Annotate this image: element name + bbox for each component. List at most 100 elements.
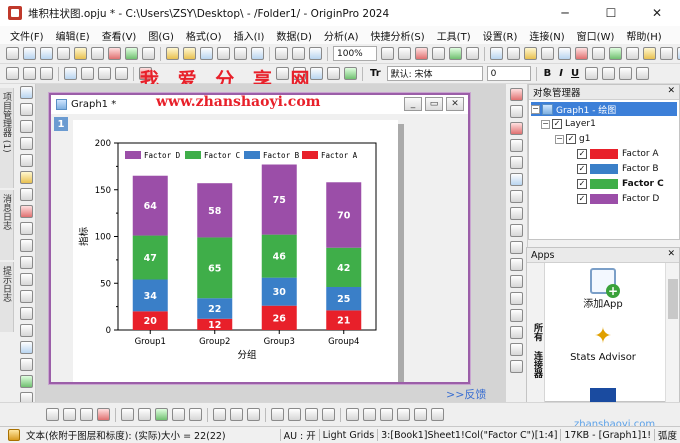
graph-minimize-button[interactable]: _ — [404, 97, 422, 111]
plot-column-icon[interactable] — [510, 139, 523, 152]
align-icon[interactable] — [115, 67, 128, 80]
plot-type-icon[interactable] — [80, 408, 93, 421]
batch-icon[interactable] — [626, 47, 639, 60]
graph-maximize-button[interactable]: ▭ — [425, 97, 443, 111]
tree-item-series[interactable]: ✓ Factor C — [577, 177, 664, 191]
undo-icon[interactable] — [6, 67, 19, 80]
print-icon[interactable] — [275, 47, 288, 60]
tab-smart-hint-log[interactable]: 提示日志 — [0, 262, 14, 332]
plot-histogram-icon[interactable] — [510, 275, 523, 288]
video-icon[interactable] — [609, 47, 622, 60]
ungroup-icon[interactable] — [288, 408, 301, 421]
group-checkbox[interactable]: ✓ — [566, 134, 576, 144]
apps-filter-connectors[interactable]: 连接器 — [531, 351, 544, 378]
open-template-icon[interactable] — [183, 47, 196, 60]
align-left-icon[interactable] — [636, 67, 650, 80]
same-size-icon[interactable] — [431, 408, 444, 421]
color-icon[interactable] — [344, 67, 357, 80]
zoom-out-icon[interactable] — [398, 47, 411, 60]
font-select[interactable]: 默认: 宋体 — [386, 66, 483, 81]
data-reader-icon[interactable] — [19, 188, 33, 201]
menu-help[interactable]: 帮助(H) — [626, 28, 661, 43]
align-left-obj-icon[interactable] — [346, 408, 359, 421]
menu-window[interactable]: 窗口(W) — [577, 28, 615, 43]
new-excel-icon[interactable] — [142, 47, 155, 60]
command-window-icon[interactable] — [466, 47, 479, 60]
save-icon[interactable] — [200, 47, 213, 60]
import-icon[interactable] — [234, 47, 247, 60]
plot-multi-icon[interactable] — [510, 241, 523, 254]
new-matrix-icon[interactable] — [57, 47, 70, 60]
collapse-icon[interactable]: − — [541, 119, 550, 129]
tree-item-series[interactable]: ✓ Factor D — [577, 192, 659, 206]
front-icon[interactable] — [305, 408, 318, 421]
scale-in-icon[interactable] — [155, 408, 168, 421]
paste-icon[interactable] — [64, 67, 77, 80]
copy-format-icon[interactable] — [81, 67, 94, 80]
new-layout-icon[interactable] — [91, 47, 104, 60]
plot-template-icon[interactable] — [510, 224, 523, 237]
menu-edit[interactable]: 编辑(E) — [56, 28, 90, 43]
plot-scatter-icon[interactable] — [510, 105, 523, 118]
layer-icon[interactable] — [172, 408, 185, 421]
series-checkbox[interactable]: ✓ — [577, 194, 587, 204]
plot-specialized-icon[interactable] — [510, 360, 523, 373]
tree-item-series[interactable]: ✓ Factor B — [577, 162, 659, 176]
line-icon[interactable] — [327, 67, 340, 80]
series-checkbox[interactable]: ✓ — [577, 149, 587, 159]
status-angle-unit[interactable]: 弧度 — [655, 428, 680, 442]
apps-icon[interactable] — [524, 47, 537, 60]
save-template-icon[interactable] — [217, 47, 230, 60]
scale-tool-icon[interactable] — [19, 120, 33, 133]
menu-analysis[interactable]: 分析(A) — [324, 28, 359, 43]
arrow-tool-icon[interactable] — [19, 273, 33, 286]
digitizer-icon[interactable] — [660, 47, 673, 60]
merge-icon[interactable] — [121, 408, 134, 421]
zoom-in-icon[interactable] — [381, 47, 394, 60]
grid-icon[interactable] — [63, 408, 76, 421]
pointer-tool-icon[interactable] — [19, 86, 33, 99]
menu-view[interactable]: 查看(V) — [102, 28, 137, 43]
status-autoupdate[interactable]: AU : 开 — [281, 428, 319, 442]
plot-color-icon[interactable] — [97, 408, 110, 421]
app-add-app[interactable]: 添加App — [547, 268, 659, 310]
rect-tool-icon[interactable] — [19, 307, 33, 320]
graph-theme-icon[interactable] — [643, 47, 656, 60]
graph-close-button[interactable]: ✕ — [446, 97, 464, 111]
graph-page[interactable]: 20 34 47 64 Group1 12 22 65 58 Group2 26 30 46 75 Grou… — [73, 120, 398, 382]
close-button[interactable]: ✕ — [634, 0, 680, 26]
refresh-icon[interactable] — [292, 47, 305, 60]
plot-pie-icon[interactable] — [510, 156, 523, 169]
menu-tools[interactable]: 工具(T) — [437, 28, 471, 43]
plot-ternary-icon[interactable] — [510, 326, 523, 339]
project-explorer-icon[interactable] — [490, 47, 503, 60]
layer-checkbox[interactable]: ✓ — [552, 119, 562, 129]
plot-box-icon[interactable] — [510, 258, 523, 271]
bold-button[interactable]: B — [544, 68, 552, 79]
script-window-icon[interactable] — [432, 47, 445, 60]
tree-item-layer[interactable]: − ✓ Layer1 — [541, 117, 596, 131]
duplicate-icon[interactable] — [309, 47, 322, 60]
back-icon[interactable] — [322, 408, 335, 421]
object-manager-icon[interactable] — [507, 47, 520, 60]
reader-tool-icon[interactable] — [19, 137, 33, 150]
plot-linesymbol-icon[interactable] — [510, 122, 523, 135]
align-right-obj-icon[interactable] — [363, 408, 376, 421]
underline-button[interactable]: U — [571, 68, 579, 79]
status-theme[interactable]: Light Grids — [320, 430, 378, 441]
app-stats-advisor[interactable]: ✦ Stats Advisor — [557, 324, 649, 363]
axis-icon[interactable] — [46, 408, 59, 421]
distribute-icon[interactable] — [414, 408, 427, 421]
graph-insert-icon[interactable] — [19, 375, 33, 388]
import-wizard-icon[interactable] — [251, 47, 264, 60]
align-top-obj-icon[interactable] — [380, 408, 393, 421]
help-icon[interactable] — [558, 47, 571, 60]
series-checkbox[interactable]: ✓ — [577, 164, 587, 174]
font-size-select[interactable]: 0 — [486, 66, 531, 81]
align-bottom-obj-icon[interactable] — [397, 408, 410, 421]
plot-polar-icon[interactable] — [510, 309, 523, 322]
series-checkbox[interactable]: ✓ — [577, 179, 587, 189]
image-insert-icon[interactable] — [19, 358, 33, 371]
plot-vector-icon[interactable] — [510, 343, 523, 356]
menu-connect[interactable]: 连接(N) — [529, 28, 564, 43]
